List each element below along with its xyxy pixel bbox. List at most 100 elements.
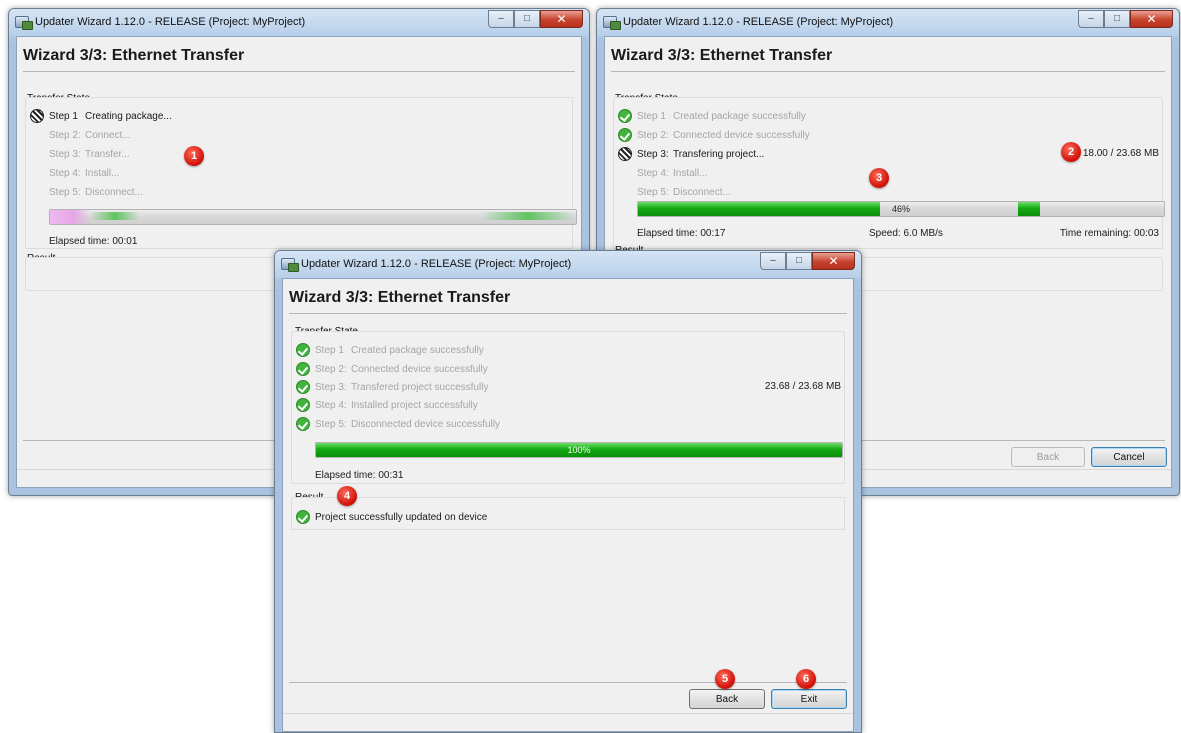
check-circle-icon: [296, 417, 310, 431]
back-button[interactable]: Back: [1011, 447, 1085, 467]
maximize-button[interactable]: □: [786, 252, 812, 270]
step-text: Created package successfully: [673, 110, 806, 122]
step-text: Disconnect...: [85, 186, 143, 198]
heading-divider: [611, 71, 1165, 72]
progress-bar: 100%: [315, 442, 843, 458]
step-number: Step 1: [49, 110, 78, 122]
app-icon: [15, 16, 33, 30]
wizard-window-complete: Updater Wizard 1.12.0 - RELEASE (Project…: [274, 250, 862, 733]
progress-bar: [49, 209, 577, 225]
maximize-button[interactable]: □: [1104, 10, 1130, 28]
step-row: Step 4: Install...: [49, 165, 119, 181]
step-number: Step 3:: [637, 148, 669, 160]
step-row: Step 4: Install...: [637, 165, 707, 181]
step-number: Step 4:: [49, 167, 81, 179]
footer-divider: [289, 682, 847, 683]
step-number: Step 5:: [49, 186, 81, 198]
marquee-segment: [90, 212, 140, 220]
maximize-button[interactable]: □: [514, 10, 540, 28]
step-text: Created package successfully: [351, 344, 484, 356]
minimize-button[interactable]: –: [1078, 10, 1104, 28]
step-text: Install...: [85, 167, 120, 179]
page-title: Wizard 3/3: Ethernet Transfer: [23, 47, 245, 64]
minimize-button[interactable]: –: [760, 252, 786, 270]
step-row: Step 2: Connected device successfully: [296, 361, 488, 377]
close-button[interactable]: ✕: [1130, 10, 1173, 28]
step-row: Step 3: Transfered project successfully: [296, 379, 488, 395]
progress-percent: 100%: [567, 445, 591, 455]
check-circle-icon: [296, 380, 310, 394]
elapsed-time: Elapsed time: 00:01: [49, 236, 138, 247]
status-bar: [283, 713, 853, 731]
step-text: Connected device successfully: [351, 363, 488, 375]
app-icon: [603, 16, 621, 30]
step-row: Step 2: Connected device successfully: [618, 127, 810, 143]
step-text: Installed project successfully: [351, 399, 478, 411]
step-number: Step 3:: [315, 381, 347, 393]
app-icon: [281, 258, 299, 272]
step-number: Step 3:: [49, 148, 81, 160]
title-bar[interactable]: Updater Wizard 1.12.0 - RELEASE (Project…: [9, 9, 589, 36]
page-title: Wizard 3/3: Ethernet Transfer: [611, 47, 833, 64]
step-number: Step 1: [315, 344, 344, 356]
window-client: Wizard 3/3: Ethernet Transfer Transfer S…: [282, 278, 854, 732]
step-number: Step 4:: [637, 167, 669, 179]
progress-percent: 46%: [891, 204, 910, 214]
callout-badge: 4: [337, 486, 357, 506]
minimize-button[interactable]: –: [488, 10, 514, 28]
cancel-button[interactable]: Cancel: [1091, 447, 1167, 467]
transfer-speed: Speed: 6.0 MB/s: [869, 228, 943, 239]
window-title: Updater Wizard 1.12.0 - RELEASE (Project…: [623, 16, 894, 28]
step-number: Step 1: [637, 110, 666, 122]
step-row: Step 5: Disconnect...: [637, 184, 731, 200]
callout-badge: 6: [796, 669, 816, 689]
step-row: Step 5: Disconnected device successfully: [296, 416, 500, 432]
window-title: Updater Wizard 1.12.0 - RELEASE (Project…: [301, 258, 572, 270]
step-row: Step 1 Creating package...: [30, 108, 172, 124]
title-bar[interactable]: Updater Wizard 1.12.0 - RELEASE (Project…: [275, 251, 861, 278]
step-text: Install...: [673, 167, 708, 179]
close-button[interactable]: ✕: [540, 10, 583, 28]
heading-divider: [23, 71, 575, 72]
check-circle-icon: [618, 109, 632, 123]
progress-bar: 46%: [637, 201, 1165, 217]
check-circle-icon: [296, 510, 310, 524]
step-text: Creating package...: [85, 110, 172, 122]
step-text: Transfer...: [85, 148, 130, 160]
elapsed-time: Elapsed time: 00:17: [637, 228, 726, 239]
step-text: Disconnected device successfully: [351, 418, 500, 430]
step-row: Step 2: Connect...: [49, 127, 131, 143]
callout-badge: 5: [715, 669, 735, 689]
close-button[interactable]: ✕: [812, 252, 855, 270]
transfer-size: 23.68 / 23.68 MB: [764, 381, 841, 392]
result-row: Project successfully updated on device: [296, 509, 487, 525]
check-circle-icon: [618, 128, 632, 142]
marquee-segment: [50, 210, 90, 224]
step-number: Step 2:: [49, 129, 81, 141]
step-text: Disconnect...: [673, 186, 731, 198]
transfer-size: 18.00 / 23.68 MB: [1082, 148, 1159, 159]
check-circle-icon: [296, 362, 310, 376]
busy-icon: [618, 147, 632, 161]
time-remaining: Time remaining: 00:03: [1059, 228, 1159, 239]
step-number: Step 2:: [637, 129, 669, 141]
step-number: Step 5:: [315, 418, 347, 430]
back-button[interactable]: Back: [689, 689, 765, 709]
step-row: Step 3: Transfer...: [49, 146, 130, 162]
step-row: Step 1 Created package successfully: [296, 342, 484, 358]
window-title: Updater Wizard 1.12.0 - RELEASE (Project…: [35, 16, 306, 28]
result-message: Project successfully updated on device: [315, 511, 488, 523]
step-number: Step 2:: [315, 363, 347, 375]
title-bar[interactable]: Updater Wizard 1.12.0 - RELEASE (Project…: [597, 9, 1179, 36]
busy-icon: [30, 109, 44, 123]
callout-badge: 1: [184, 146, 204, 166]
page-title: Wizard 3/3: Ethernet Transfer: [289, 289, 511, 306]
heading-divider: [289, 313, 847, 314]
step-text: Transfering project...: [673, 148, 765, 160]
step-number: Step 5:: [637, 186, 669, 198]
check-circle-icon: [296, 343, 310, 357]
step-text: Transfered project successfully: [351, 381, 489, 393]
check-circle-icon: [296, 398, 310, 412]
marquee-segment: [480, 212, 575, 220]
exit-button[interactable]: Exit: [771, 689, 847, 709]
